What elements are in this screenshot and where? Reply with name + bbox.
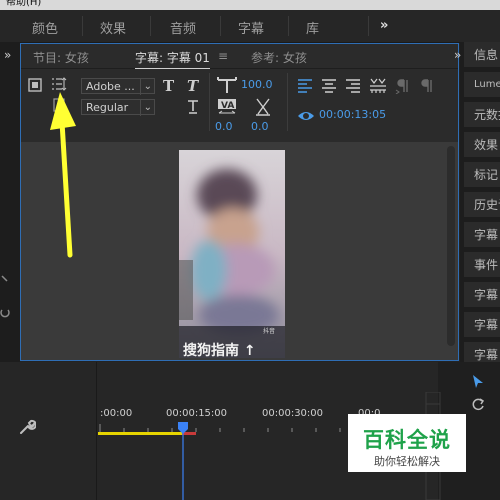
video-caption-text: 搜狗指南 ↑ xyxy=(183,343,256,358)
divider xyxy=(150,16,151,36)
divider xyxy=(288,16,289,36)
background-timecode[interactable]: 00:00:13:05 xyxy=(319,108,386,121)
chevron-down-icon: ⌄ xyxy=(139,79,152,95)
roll-crawl-options-icon[interactable] xyxy=(27,77,43,93)
selection-tool-icon[interactable] xyxy=(470,374,486,390)
underline-icon[interactable] xyxy=(185,99,201,115)
tab-title-01[interactable]: 字幕: 字幕 01 xyxy=(135,49,210,69)
divider xyxy=(209,73,210,131)
workspace-tab-color[interactable]: 颜色 xyxy=(32,18,58,37)
annotation-arrow-icon xyxy=(50,92,76,258)
panel-tab-bar: 节目: 女孩 字幕: 字幕 01 ≡ 参考: 女孩 xyxy=(21,44,458,69)
more-workspaces-chevron-icon[interactable]: » xyxy=(380,18,388,33)
chevron-down-icon: ⌄ xyxy=(139,100,152,116)
font-family-value: Adobe ... xyxy=(86,80,135,93)
panel-events[interactable]: 事件 xyxy=(464,252,500,278)
workspace-tab-captions[interactable]: 字幕 xyxy=(238,18,264,37)
panel-effects[interactable]: 效果 xyxy=(464,132,500,158)
title-editor-panel: 节目: 女孩 字幕: 字幕 01 ≡ 参考: 女孩 Adobe ... ⌄ Re… xyxy=(20,43,459,361)
divider xyxy=(82,16,83,36)
font-size-icon xyxy=(217,77,237,93)
tab-program[interactable]: 节目: 女孩 xyxy=(33,49,89,66)
panel-captions-2[interactable]: 字幕 xyxy=(464,282,500,308)
font-family-dropdown[interactable]: Adobe ... ⌄ xyxy=(81,78,155,95)
title-monitor[interactable]: 搜狗指南 ↑ 抖音 xyxy=(21,142,458,360)
divider xyxy=(368,16,369,36)
panel-captions-3[interactable]: 字幕 xyxy=(464,312,500,338)
show-background-video-icon[interactable] xyxy=(297,109,315,123)
align-center-icon[interactable] xyxy=(321,78,337,94)
left-panel-strip: » xyxy=(0,42,20,362)
watermark-title: 百科全说 xyxy=(363,428,451,452)
workspace-bar: 颜色 效果 音频 字幕 库 » xyxy=(0,10,500,43)
panel-history[interactable]: 历史记录 xyxy=(464,192,500,218)
tab-ruler-icon[interactable] xyxy=(369,77,387,95)
kerning-value[interactable]: 0.0 xyxy=(215,120,233,133)
panel-info[interactable]: 信息 xyxy=(464,42,500,68)
panel-lumetri[interactable]: Lumetri xyxy=(464,72,500,98)
divider xyxy=(220,16,221,36)
menu-help[interactable]: 帮助(H) xyxy=(6,0,41,8)
align-left-icon[interactable] xyxy=(297,78,313,94)
workspace-tab-effects[interactable]: 效果 xyxy=(100,18,126,37)
menu-bar: 帮助(H) xyxy=(0,0,500,10)
font-style-dropdown[interactable]: Regular ⌄ xyxy=(81,99,155,116)
panel-markers[interactable]: 标记 xyxy=(464,162,500,188)
timecode-0: :00:00 xyxy=(100,408,133,419)
video-corner-label: 抖音 xyxy=(263,328,276,335)
timecode-15: 00:00:15:00 xyxy=(166,408,228,419)
bold-button[interactable]: T xyxy=(163,77,174,95)
rotate-tool-icon[interactable] xyxy=(470,396,486,412)
collapse-chevron-icon[interactable]: » xyxy=(454,48,461,62)
workspace-tab-libraries[interactable]: 库 xyxy=(306,18,319,37)
leading-value[interactable]: 0.0 xyxy=(251,120,269,133)
paragraph-rtl-icon[interactable] xyxy=(419,78,435,94)
wrench-icon[interactable] xyxy=(18,418,36,436)
watermark-subtitle: 助你轻松解决 xyxy=(374,455,440,468)
monitor-scrollbar[interactable] xyxy=(447,146,455,346)
title-toolbar: Adobe ... ⌄ Regular ⌄ T T 100.0 VA 0.0 0… xyxy=(21,69,458,141)
kerning-icon: VA xyxy=(218,99,236,114)
leading-icon xyxy=(256,98,270,116)
paragraph-ltr-icon[interactable] xyxy=(395,78,411,94)
expand-chevron-icon[interactable]: » xyxy=(4,48,11,62)
panel-metadata[interactable]: 元数据 xyxy=(464,102,500,128)
svg-text:VA: VA xyxy=(221,101,234,111)
align-right-icon[interactable] xyxy=(345,78,361,94)
panel-captions[interactable]: 字幕 xyxy=(464,222,500,248)
font-size-value[interactable]: 100.0 xyxy=(241,78,273,91)
tab-reference[interactable]: 参考: 女孩 xyxy=(251,49,307,66)
right-panel-stack: » 信息 Lumetri 元数据 效果 标记 历史记录 字幕 事件 字幕 字幕 … xyxy=(454,42,500,368)
panel-tool-icons xyxy=(0,275,10,318)
italic-button[interactable]: T xyxy=(187,77,198,95)
divider xyxy=(287,73,288,131)
panel-menu-icon[interactable]: ≡ xyxy=(218,49,228,63)
divider xyxy=(96,362,97,500)
watermark-logo: 百科全说 助你轻松解决 xyxy=(348,414,466,472)
workspace-tab-audio[interactable]: 音频 xyxy=(170,18,196,37)
timecode-30: 00:00:30:00 xyxy=(262,408,324,419)
video-preview: 搜狗指南 ↑ 抖音 xyxy=(179,150,285,358)
playhead[interactable] xyxy=(176,422,190,500)
font-style-value: Regular xyxy=(86,101,129,114)
